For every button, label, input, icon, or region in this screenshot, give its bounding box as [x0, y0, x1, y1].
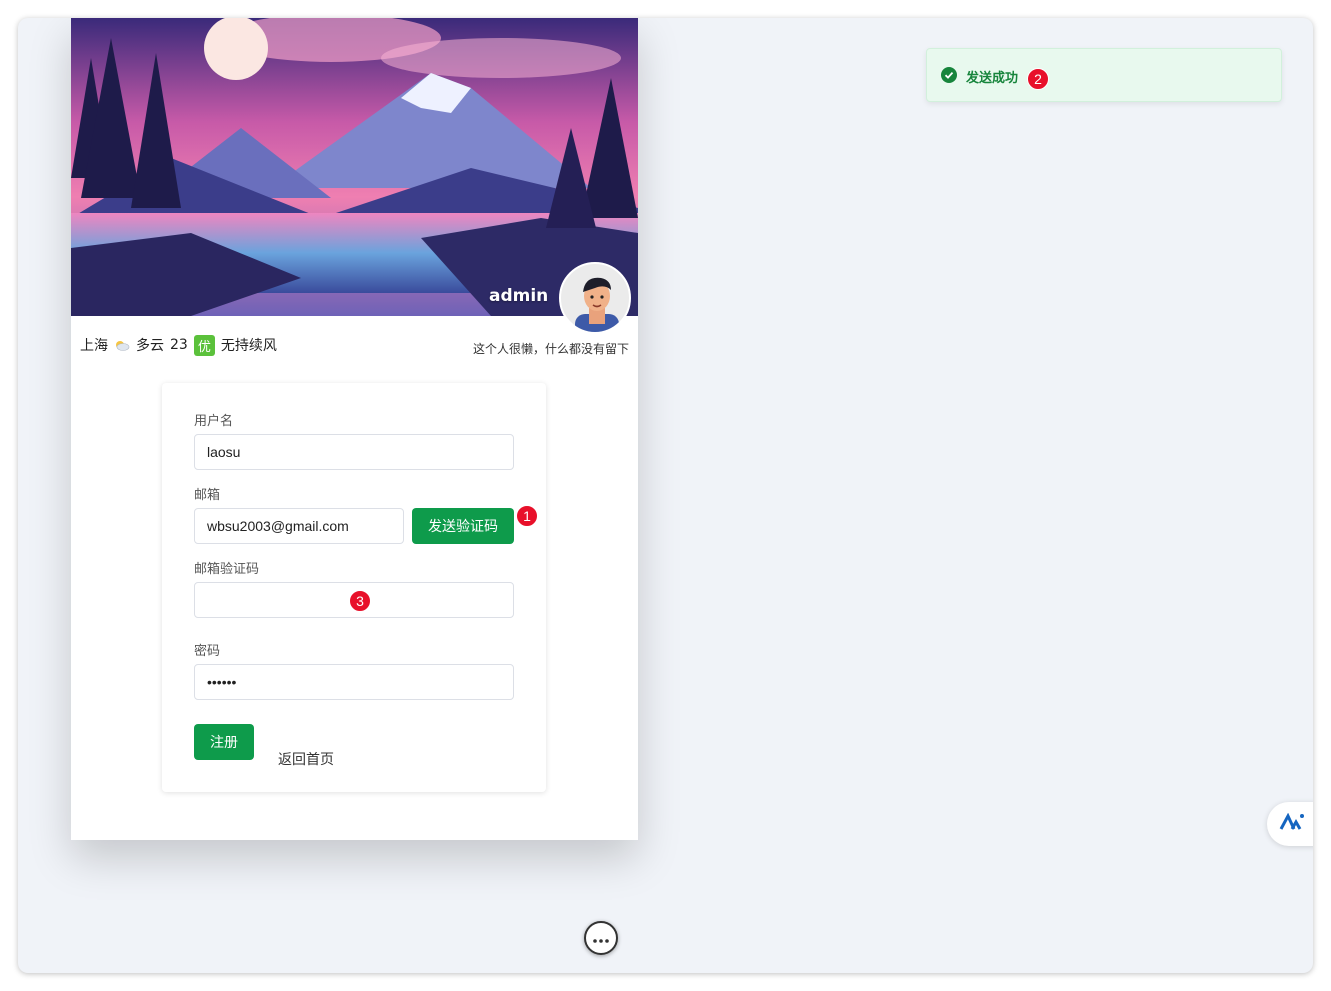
toast-message: 发送成功	[966, 71, 1019, 86]
more-dots-icon	[592, 929, 610, 948]
app-window: admin 上海 多云 23 优 无持续风 这个人很懒，什么都没有留下 用户名 …	[18, 18, 1313, 973]
marker-1: 1	[516, 505, 538, 527]
email-label: 邮箱	[194, 487, 221, 502]
send-code-button[interactable]: 发送验证码	[412, 508, 514, 544]
back-home-link[interactable]: 返回首页	[278, 749, 334, 769]
banner-image: admin	[71, 18, 638, 316]
weather-wind: 无持续风	[220, 338, 277, 354]
ai-assistant-icon	[1279, 812, 1305, 835]
username-input[interactable]: laosu	[194, 434, 514, 470]
success-toast: 发送成功 2	[926, 48, 1282, 102]
username-label: 用户名	[194, 413, 234, 428]
weather-condition: 多云	[136, 338, 164, 354]
profile-motto: 这个人很懒，什么都没有留下	[472, 342, 629, 356]
aqi-badge: 优	[193, 334, 215, 356]
register-button[interactable]: 注册	[194, 724, 254, 760]
password-label: 密码	[194, 643, 221, 658]
register-form: 用户名 laosu 邮箱 wbsu2003@gmail.com 发送验证码 1 …	[162, 383, 546, 792]
weather-temperature: 23	[170, 337, 188, 353]
more-options-button[interactable]	[584, 921, 618, 955]
profile-card: admin 上海 多云 23 优 无持续风 这个人很懒，什么都没有留下 用户名 …	[71, 18, 638, 840]
marker-2: 2	[1027, 68, 1049, 90]
cloudy-icon	[114, 339, 130, 351]
marker-3: 3	[349, 590, 371, 612]
ai-assistant-button[interactable]	[1267, 802, 1313, 846]
profile-username: admin	[489, 286, 549, 306]
password-input[interactable]: ••••••	[194, 664, 514, 700]
weather-city: 上海	[80, 338, 108, 354]
code-label: 邮箱验证码	[194, 561, 260, 576]
weather-bar: 上海 多云 23 优 无持续风	[80, 334, 277, 356]
email-input[interactable]: wbsu2003@gmail.com	[194, 508, 404, 544]
avatar[interactable]	[559, 262, 631, 334]
check-circle-icon	[941, 67, 957, 87]
